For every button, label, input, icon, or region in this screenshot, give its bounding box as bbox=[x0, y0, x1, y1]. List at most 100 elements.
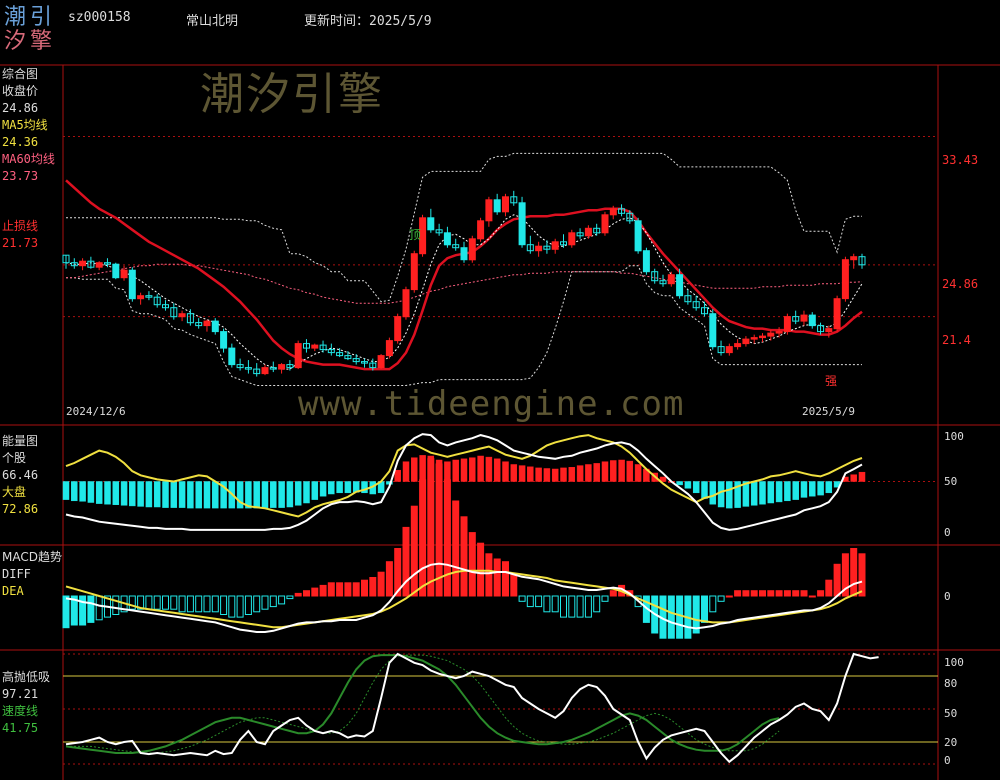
candle-body bbox=[261, 367, 269, 375]
candle-body bbox=[427, 217, 435, 231]
macd-bar bbox=[775, 590, 783, 597]
candle-body bbox=[709, 313, 717, 348]
right-tick-1: 33.43 bbox=[942, 153, 979, 167]
candle-body bbox=[311, 344, 319, 349]
macd-bar bbox=[203, 595, 211, 613]
date-right: 2025/5/9 bbox=[802, 405, 855, 418]
energy-tick-0: 0 bbox=[944, 526, 951, 539]
right-tick-2: 24.86 bbox=[942, 277, 979, 291]
energy-bar bbox=[601, 461, 609, 482]
macd-bar bbox=[402, 526, 410, 597]
energy-bar bbox=[767, 481, 775, 504]
macd-bar bbox=[734, 590, 742, 597]
macd-bar bbox=[278, 595, 286, 605]
candle-body bbox=[518, 202, 526, 246]
macd-bar bbox=[792, 590, 800, 597]
watermark-cn: 潮汐引擎 bbox=[200, 69, 384, 120]
energy-bar bbox=[452, 459, 459, 482]
macd-bar bbox=[543, 595, 551, 613]
candle-body bbox=[95, 262, 103, 268]
macd-bar bbox=[667, 595, 675, 639]
energy-bar bbox=[419, 455, 426, 482]
energy-bar bbox=[585, 464, 592, 482]
candle-body bbox=[79, 260, 87, 267]
osc-title: 高抛低吸 bbox=[2, 670, 51, 684]
candle-body bbox=[485, 199, 493, 222]
energy-bar bbox=[477, 455, 484, 482]
energy-bar bbox=[618, 459, 625, 482]
energy-bar bbox=[203, 481, 211, 509]
macd-bar bbox=[220, 595, 228, 615]
macd-bar bbox=[336, 582, 344, 597]
macd-bar bbox=[609, 590, 617, 597]
main-title: 综合图 bbox=[2, 67, 39, 81]
macd-bar bbox=[551, 595, 559, 613]
energy-bar bbox=[162, 481, 169, 508]
energy-bar bbox=[784, 481, 791, 502]
candle-body bbox=[535, 245, 543, 252]
energy-bar bbox=[701, 481, 708, 499]
energy-bar bbox=[676, 481, 683, 486]
energy-bar bbox=[502, 461, 509, 482]
energy-bar bbox=[178, 481, 186, 508]
candle-body bbox=[601, 214, 609, 234]
energy-bar bbox=[717, 481, 725, 508]
candle-body bbox=[775, 331, 783, 334]
energy-market-value: 72.86 bbox=[2, 502, 39, 516]
energy-bar bbox=[850, 474, 857, 482]
candle-body bbox=[808, 314, 816, 327]
energy-bar bbox=[692, 481, 700, 494]
energy-bar bbox=[593, 463, 600, 482]
macd-bar bbox=[825, 579, 833, 597]
candle-body bbox=[841, 259, 849, 300]
energy-bar bbox=[560, 467, 567, 482]
macd-bar bbox=[361, 579, 368, 597]
macd-bar bbox=[725, 595, 733, 598]
energy-bar bbox=[79, 481, 86, 502]
energy-bar bbox=[278, 481, 285, 508]
candle-body bbox=[203, 320, 211, 327]
energy-bar bbox=[129, 481, 136, 507]
date-left: 2024/12/6 bbox=[66, 405, 126, 418]
close-label: 收盘价 bbox=[2, 84, 39, 98]
candle-body bbox=[676, 274, 684, 297]
ma60-label: MA60均线 bbox=[2, 152, 55, 166]
speed-shadow-line bbox=[66, 654, 780, 754]
watermark-url: www.tideengine.com bbox=[298, 384, 685, 424]
macd-bar bbox=[419, 479, 427, 597]
energy-bar bbox=[402, 461, 410, 482]
candle-body bbox=[825, 328, 833, 333]
energy-bar bbox=[319, 481, 327, 497]
energy-bar bbox=[145, 481, 153, 508]
strong-signal-mark: 强 bbox=[825, 374, 838, 388]
macd-bar bbox=[460, 516, 468, 597]
macd-bar bbox=[62, 595, 70, 629]
ma5-line bbox=[65, 214, 863, 370]
macd-bar bbox=[568, 595, 576, 618]
macd-bar bbox=[584, 595, 592, 618]
macd-bar bbox=[385, 561, 393, 597]
energy-bar bbox=[510, 464, 518, 482]
candle-body bbox=[502, 196, 509, 213]
energy-bar bbox=[270, 481, 277, 508]
energy-bar bbox=[568, 467, 576, 482]
macd-bar bbox=[369, 577, 377, 597]
candle-body bbox=[278, 364, 286, 370]
energy-stock-label: 个股 bbox=[2, 451, 27, 465]
candle-body bbox=[112, 263, 120, 279]
ma60-line bbox=[66, 263, 863, 304]
candle-body bbox=[759, 335, 766, 339]
energy-title: 能量图 bbox=[2, 434, 39, 448]
ma5-label: MA5均线 bbox=[2, 118, 48, 132]
macd-dea-label: DEA bbox=[2, 584, 24, 598]
candle-body bbox=[120, 269, 128, 279]
energy-bar bbox=[253, 481, 260, 509]
macd-bar bbox=[502, 561, 509, 597]
candle-body bbox=[402, 289, 410, 318]
energy-bar bbox=[195, 481, 202, 509]
macd-bar bbox=[286, 595, 294, 600]
energy-bar bbox=[286, 481, 294, 508]
macd-bar bbox=[493, 558, 501, 597]
osc-tick-50: 50 bbox=[944, 707, 958, 720]
macd-bar bbox=[767, 590, 775, 597]
